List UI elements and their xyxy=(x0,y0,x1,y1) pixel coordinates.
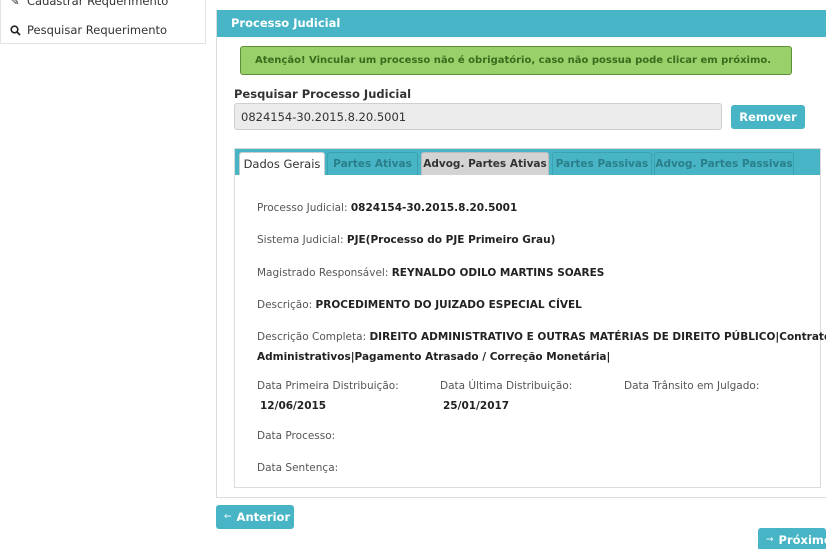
detail-descricao-completa-cont: Administrativos|Pagamento Atrasado / Cor… xyxy=(257,351,610,363)
sidebar-item-label: Cadastrar Requerimento xyxy=(27,0,169,8)
next-button[interactable]: → Próximo xyxy=(758,528,826,549)
sidebar-item-label: Pesquisar Requerimento xyxy=(27,23,168,37)
tab-strip: Dados Gerais Partes Ativas Advog. Partes… xyxy=(235,149,820,175)
detail-sistema: Sistema Judicial: PJE(Processo do PJE Pr… xyxy=(257,234,556,246)
edit-icon: ✎ xyxy=(10,0,20,8)
remove-button[interactable]: Remover xyxy=(731,105,805,129)
detail-value: PJE(Processo do PJE Primeiro Grau) xyxy=(346,234,556,246)
tab-partes-passivas[interactable]: Partes Passivas xyxy=(552,152,652,175)
detail-descricao: Descrição: PROCEDIMENTO DO JUIZADO ESPEC… xyxy=(257,299,582,311)
transito-julgado-label: Data Trânsito em Julgado: xyxy=(624,380,760,392)
tab-partes-ativas[interactable]: Partes Ativas xyxy=(327,152,418,175)
ultima-distribuicao-value: 25/01/2017 xyxy=(443,400,510,412)
primeira-distribuicao-value: 12/06/2015 xyxy=(260,400,327,412)
tab-advog-partes-passivas[interactable]: Advog. Partes Passivas xyxy=(654,152,794,175)
detail-value: 0824154-30.2015.8.20.5001 xyxy=(350,202,518,214)
data-sentenca-label: Data Sentença: xyxy=(257,462,339,474)
arrow-left-icon: ← xyxy=(224,512,232,522)
primeira-distribuicao-label: Data Primeira Distribuição: xyxy=(257,380,399,392)
detail-processo: Processo Judicial: 0824154-30.2015.8.20.… xyxy=(257,202,518,214)
tab-dados-gerais[interactable]: Dados Gerais xyxy=(239,152,325,175)
sidebar: ✎ Cadastrar Requerimento Pesquisar Reque… xyxy=(0,0,206,44)
arrow-right-icon: → xyxy=(766,535,774,545)
detail-value: DIREITO ADMINISTRATIVO E OUTRAS MATÉRIAS… xyxy=(369,331,826,343)
tab-advog-partes-ativas[interactable]: Advog. Partes Ativas xyxy=(421,152,549,175)
previous-button[interactable]: ← Anterior xyxy=(216,505,294,529)
sidebar-item-cadastrar-requerimento[interactable]: ✎ Cadastrar Requerimento xyxy=(9,0,168,9)
detail-magistrado: Magistrado Responsável: REYNALDO ODILO M… xyxy=(257,267,605,279)
sidebar-item-pesquisar-requerimento[interactable]: Pesquisar Requerimento xyxy=(9,22,167,38)
info-alert: Atenção! Vincular um processo não é obri… xyxy=(240,46,792,75)
tabs-container: Dados Gerais Partes Ativas Advog. Partes… xyxy=(234,148,826,488)
search-icon xyxy=(9,24,21,36)
ultima-distribuicao-label: Data Última Distribuição: xyxy=(440,380,573,392)
detail-value: REYNALDO ODILO MARTINS SOARES xyxy=(391,267,605,279)
data-processo-label: Data Processo: xyxy=(257,430,336,442)
detail-descricao-completa: Descrição Completa: DIREITO ADMINISTRATI… xyxy=(257,331,826,343)
search-label: Pesquisar Processo Judicial xyxy=(234,87,412,101)
detail-value: Administrativos|Pagamento Atrasado / Cor… xyxy=(257,351,611,363)
panel-title: Processo Judicial xyxy=(217,10,826,37)
detail-value: PROCEDIMENTO DO JUIZADO ESPECIAL CÍVEL xyxy=(315,299,582,311)
processo-search-input[interactable] xyxy=(234,103,722,130)
processo-judicial-panel: Processo Judicial Atenção! Vincular um p… xyxy=(216,10,826,498)
